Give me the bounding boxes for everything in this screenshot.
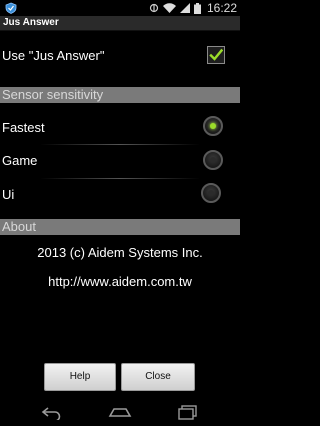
radio-dot [210,157,216,163]
website-link[interactable]: http://www.aidem.com.tw [0,274,240,289]
sensor-option-label: Fastest [2,120,45,135]
use-checkbox[interactable] [207,46,225,64]
about-header-label: About [2,219,36,234]
radio-dot [208,190,214,196]
shield-icon [5,2,17,14]
title-bar: Jus Answer [0,16,240,31]
recents-icon[interactable] [176,404,200,420]
app-title: Jus Answer [3,17,59,28]
status-bar: 16:22 [0,0,240,16]
use-label: Use "Jus Answer" [2,48,105,63]
radio-dot [210,123,216,129]
check-icon [209,48,223,61]
radio-game[interactable] [203,150,223,170]
radio-ui[interactable] [201,183,221,203]
home-icon[interactable] [108,404,132,420]
copyright-text: 2013 (c) Aidem Systems Inc. [37,245,203,260]
divider [40,144,200,145]
radio-fastest[interactable] [203,116,223,136]
sensor-option-label: Ui [2,187,15,202]
status-time: 16:22 [206,1,237,15]
signal-icon [149,3,159,13]
close-button[interactable]: Close [121,363,195,391]
nav-bar [0,398,240,426]
cell-signal-icon [179,3,190,13]
wifi-icon [162,3,176,13]
sensor-option-label: Game [2,153,38,168]
divider [40,178,200,179]
about-section-header: About [0,219,240,235]
battery-icon [193,2,201,14]
sensor-section-header: Sensor sensitivity [0,87,240,103]
sensor-header-label: Sensor sensitivity [2,87,104,102]
use-row[interactable]: Use "Jus Answer" [0,38,240,74]
back-icon[interactable] [40,404,64,420]
help-button[interactable]: Help [44,363,116,391]
